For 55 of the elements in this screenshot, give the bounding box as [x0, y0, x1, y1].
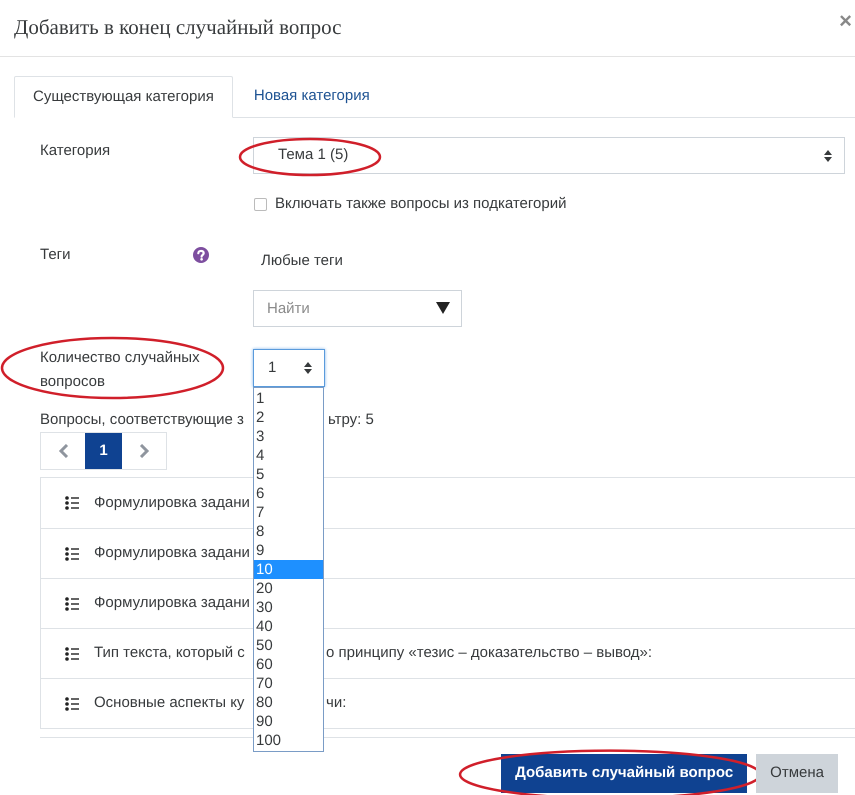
question-list-icon: [65, 696, 79, 710]
option[interactable]: 7: [254, 503, 323, 522]
category-select[interactable]: Тема 1 (5): [253, 137, 845, 174]
question-text: Формулировка задани: [94, 593, 251, 614]
tags-value: Любые теги: [260, 251, 343, 271]
dropdown-arrow-icon: [436, 302, 450, 314]
option[interactable]: 90: [254, 712, 323, 731]
question-list-icon: [65, 646, 79, 660]
sort-arrows-icon: [824, 150, 832, 162]
cancel-button[interactable]: Отмена: [756, 754, 838, 793]
matching-text: Вопросы, соответствующие з: [40, 410, 245, 430]
option[interactable]: 100: [254, 731, 323, 750]
page-button[interactable]: 1: [85, 433, 122, 469]
field-label: Категория: [40, 142, 110, 159]
option[interactable]: 1: [254, 389, 323, 408]
question-text: чи:: [326, 693, 346, 714]
option[interactable]: 6: [254, 484, 323, 503]
option[interactable]: 2: [254, 408, 323, 427]
tab[interactable]: Новая категория: [232, 76, 391, 117]
option[interactable]: 80: [254, 693, 323, 712]
help-icon[interactable]: [193, 247, 209, 263]
option[interactable]: 5: [254, 465, 323, 484]
question-text: Тип текста, который с: [94, 643, 246, 664]
option[interactable]: 70: [254, 674, 323, 693]
chevron-left-icon: [58, 444, 68, 458]
question-text: Формулировка задани: [94, 543, 251, 564]
checkbox[interactable]: [254, 198, 267, 210]
option[interactable]: 20: [254, 579, 323, 598]
sort-arrows-icon: [304, 362, 312, 374]
chevron-right-icon: [138, 444, 150, 458]
field-label: Количество случайных вопросов: [40, 348, 201, 392]
tag-search-field[interactable]: Найти: [253, 290, 462, 327]
question-list-icon: [65, 546, 79, 560]
question-list-icon: [65, 596, 79, 610]
option[interactable]: 4: [254, 446, 323, 465]
checkbox-label: Включать также вопросы из подкатегорий: [275, 194, 566, 214]
question-text: о принципу «тезис – доказательство – вывод»:: [326, 643, 652, 664]
option[interactable]: 3: [254, 427, 323, 446]
option[interactable]: 8: [254, 522, 323, 541]
option[interactable]: 30: [254, 598, 323, 617]
option[interactable]: 40: [254, 617, 323, 636]
question-text: Основные аспекты ку: [94, 693, 246, 714]
option[interactable]: 60: [254, 655, 323, 674]
add-button[interactable]: Добавить случайный вопрос: [501, 754, 748, 793]
dialog-title: Добавить в конец случайный вопрос: [14, 14, 342, 42]
close-button[interactable]: ×: [839, 10, 852, 32]
option[interactable]: 9: [254, 541, 323, 560]
option[interactable]: 50: [254, 636, 323, 655]
count-select[interactable]: 1: [253, 349, 325, 387]
matching-text: ьтру: 5: [328, 410, 374, 430]
question-text: Формулировка задани: [94, 492, 251, 513]
question-list-icon: [65, 496, 79, 510]
field-label: Теги: [40, 245, 71, 265]
options-list[interactable]: 1 2 3 4 5 6 7 8 9 10 20 30 40 50 60 70 80 90 100: [253, 387, 324, 752]
tab[interactable]: Существующая категория: [14, 76, 233, 118]
